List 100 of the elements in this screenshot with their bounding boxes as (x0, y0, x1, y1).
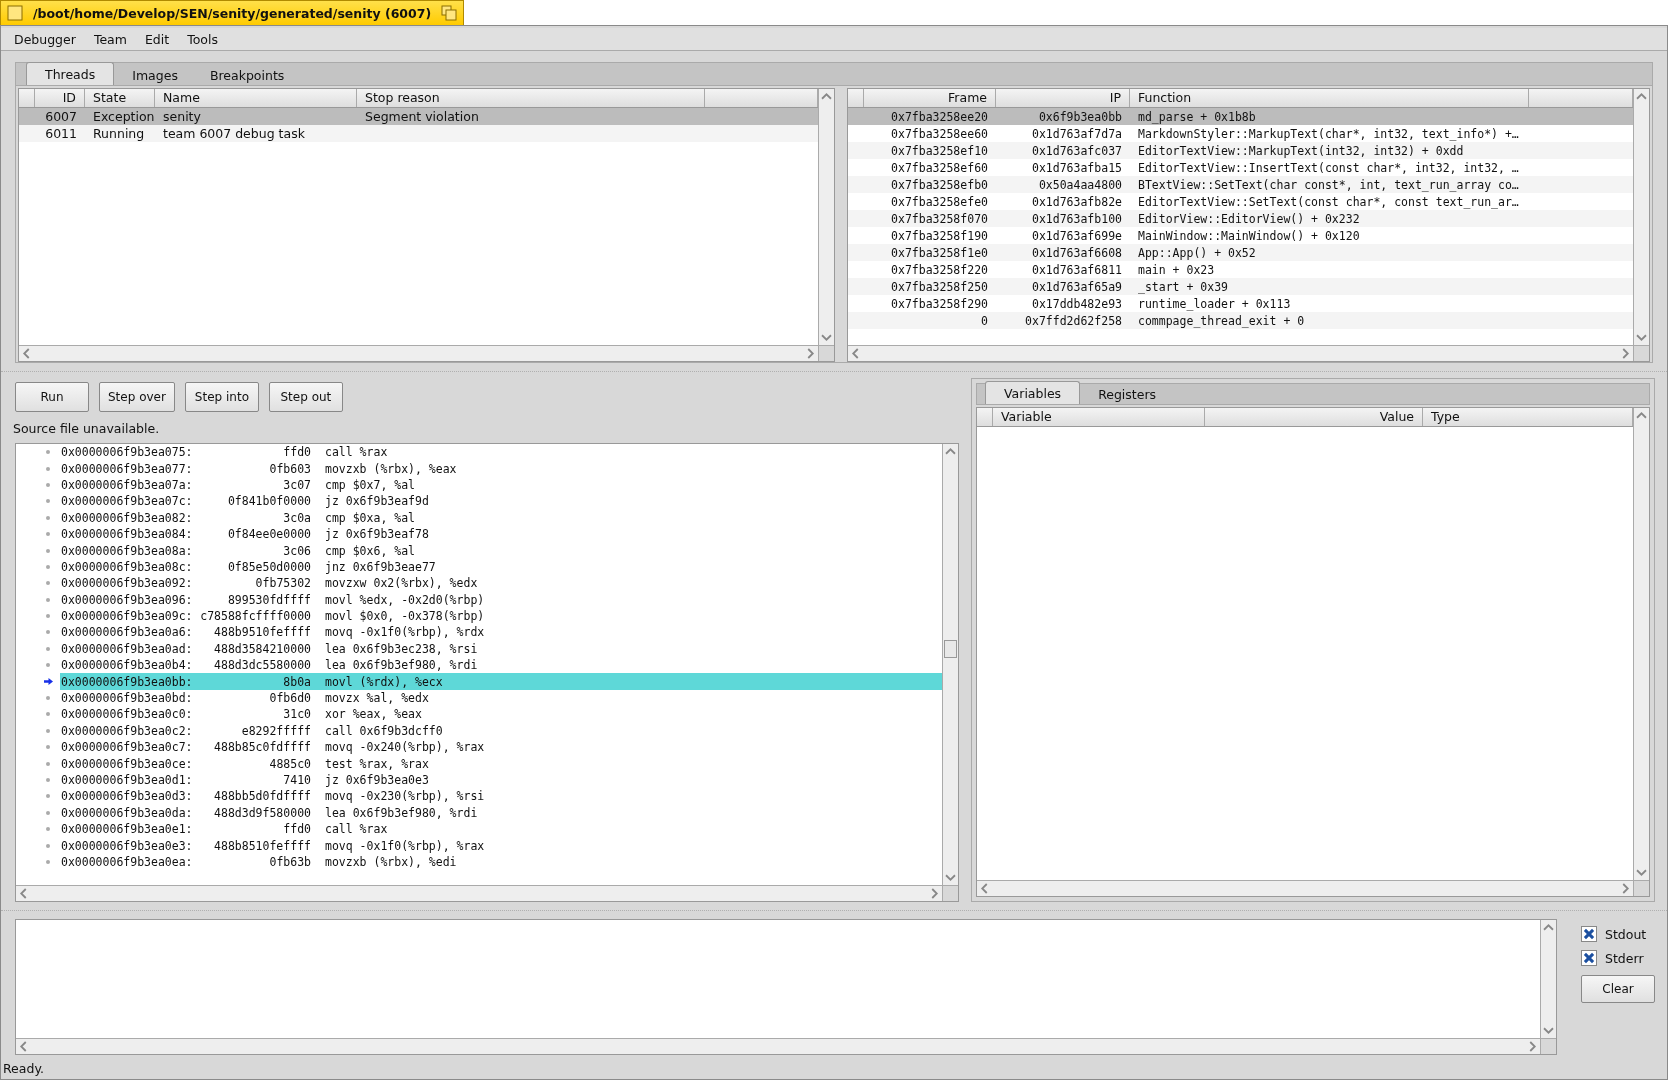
source-message: Source file unavailable. (13, 421, 161, 436)
code-line: 0x0000006f9b3ea0ea: 0fb63b movzxb (%rbx), %edi (60, 853, 458, 871)
table-cell-text: 0x1d763af6608 (1031, 245, 1123, 260)
status-text: Ready. (3, 1061, 45, 1076)
vertical-scrollbar[interactable] (1633, 89, 1649, 345)
toolbar-button[interactable]: Step out (268, 382, 343, 412)
table-cell-text: 0x7fba3258f250 (890, 279, 989, 294)
clear-button[interactable]: Clear (1581, 975, 1655, 1003)
code-line: 0x0000006f9b3ea07c: 0f841b0f0000 jz 0x6f9b3eaf9d (60, 493, 430, 510)
column-header[interactable]: Stop reason (357, 89, 705, 107)
column-header[interactable]: Variable (993, 408, 1205, 426)
table-cell-text: 0x1d763af699e (1031, 228, 1123, 243)
horizontal-scrollbar[interactable] (848, 345, 1633, 361)
code-line: 0x0000006f9b3ea082: 3c0a cmp $0xa, %al (60, 509, 416, 526)
scroll-thumb[interactable] (944, 639, 957, 658)
code-line: 0x0000006f9b3ea084: 0f84ee0e0000 jz 0x6f9b3eaf78 (60, 526, 430, 543)
code-line: 0x0000006f9b3ea092: 0fb75302 movzxw 0x2(%rbx), %edx (60, 575, 479, 592)
table-cell-text: 0x7fba3258ee20 (890, 109, 989, 124)
table-cell-text: 0x7ffd2d62f258 (1024, 313, 1123, 328)
table-cell-text: 0x1d763af7d7a (1031, 126, 1123, 141)
checkbox[interactable] (1581, 950, 1597, 966)
table-cell-text: MainWindow::MainWindow() + 0x120 (1137, 228, 1361, 243)
code-line: 0x0000006f9b3ea075: ffd0 call %rax (60, 444, 389, 461)
column-header[interactable]: State (85, 89, 155, 107)
table-cell-text: EditorTextView::SetText(const char*, const text_run_ar… (1137, 194, 1520, 209)
scrollbar-corner (942, 885, 958, 901)
table-cell-text: 0x1d763afb100 (1031, 211, 1123, 226)
table-cell-text: 0x6f9b3ea0bb (1037, 109, 1123, 124)
stack-frame-row[interactable]: 0x7fba3258ee20 0x6f9b3ea0bb md_parse + 0x1b8b (848, 108, 1633, 125)
horizontal-scrollbar[interactable] (16, 1038, 1540, 1054)
table-cell-text: Segment violation (364, 109, 480, 124)
horizontal-scrollbar[interactable] (977, 880, 1633, 896)
tab[interactable]: Variables (985, 381, 1081, 404)
menu-item[interactable]: Debugger (5, 29, 85, 49)
code-line: 0x0000006f9b3ea0e1: ffd0 call %rax (60, 821, 389, 838)
table-cell-text: 0 (980, 313, 989, 328)
table-cell-text: 6007 (44, 109, 78, 124)
horizontal-scrollbar[interactable] (19, 345, 818, 361)
toolbar-button[interactable]: Step into (184, 382, 259, 412)
code-line: 0x0000006f9b3ea08c: 0f85e50d0000 jnz 0x6f9b3eae77 (60, 558, 437, 576)
code-line: 0x0000006f9b3ea0a6: 488b9510feffff movq -0x1f0(%rbp), %rdx (60, 624, 486, 641)
stack-frame-row[interactable]: 0x7fba3258f250 0x1d763af65a9 _start + 0x39 (848, 278, 1633, 295)
code-line: 0x0000006f9b3ea0d1: 7410 jz 0x6f9b3ea0e3 (60, 772, 430, 789)
table-cell-text: commpage_thread_exit + 0 (1137, 313, 1306, 328)
thread-row[interactable]: 6007 Exception senity Segment violation (19, 108, 818, 125)
code-line: 0x0000006f9b3ea0ce: 4885c0 test %rax, %rax (60, 755, 430, 772)
column-header[interactable]: Function (1130, 89, 1529, 107)
checkbox-label: Stderr (1605, 950, 1644, 966)
menu-item[interactable]: Tools (178, 29, 227, 49)
zoom-icon[interactable] (441, 5, 458, 21)
code-line: 0x0000006f9b3ea0c0: 31c0 xor %eax, %eax (60, 706, 423, 723)
table-cell-text: EditorTextView::InsertText(const char*, int32, int32, … (1137, 160, 1520, 175)
menu-item[interactable]: Edit (135, 29, 179, 49)
stack-frame-row[interactable]: 0x7fba3258f070 0x1d763afb100 EditorView::EditorView() + 0x232 (848, 210, 1633, 227)
table-cell-text: 0x50a4aa4800 (1037, 177, 1123, 192)
table-cell-text: 0x1d763afb82e (1031, 194, 1123, 209)
stack-frame-row[interactable]: 0x7fba3258efb0 0x50a4aa4800 BTextView::SetText(char const*, int, text_run_array co… (848, 176, 1633, 193)
table-cell-text: 0x7fba3258f070 (890, 211, 989, 226)
code-line: 0x0000006f9b3ea07a: 3c07 cmp $0x7, %al (60, 476, 416, 494)
tab[interactable]: Registers (1084, 384, 1171, 404)
table-cell-text: 0x7fba3258ee60 (890, 126, 989, 141)
stack-frame-row[interactable]: 0 0x7ffd2d62f258 commpage_thread_exit + 0 (848, 312, 1633, 329)
table-cell-text: senity (162, 109, 202, 124)
close-icon[interactable] (7, 5, 23, 21)
table-cell-text: EditorTextView::MarkupText(int32, int32) + 0xdd (1137, 143, 1465, 158)
vertical-scrollbar[interactable] (1540, 920, 1556, 1038)
horizontal-scrollbar[interactable] (16, 885, 942, 901)
table-cell-text: team 6007 debug task (162, 126, 306, 141)
menu-item[interactable]: Team (84, 29, 136, 49)
toolbar-button[interactable]: Run (15, 382, 89, 412)
thread-row[interactable]: 6011 Running team 6007 debug task (19, 125, 818, 142)
column-header[interactable]: ID (35, 89, 85, 107)
table-cell-text: MarkdownStyler::MarkupText(char*, int32, text_info*) +… (1137, 126, 1520, 141)
stack-frame-row[interactable]: 0x7fba3258f1e0 0x1d763af6608 App::App() + 0x52 (848, 244, 1633, 261)
table-cell-text: Running (92, 126, 146, 141)
table-cell-text: 6011 (44, 126, 78, 141)
checkbox-label: Stdout (1605, 926, 1647, 942)
table-cell-text: BTextView::SetText(char const*, int, text_run_array co… (1137, 177, 1520, 192)
column-header[interactable]: Value (1205, 408, 1423, 426)
table-cell-text: Exception (92, 109, 155, 124)
toolbar-button[interactable]: Step over (99, 382, 175, 412)
table-cell-text: main + 0x23 (1137, 262, 1216, 277)
column-header[interactable]: Name (155, 89, 357, 107)
vertical-scrollbar[interactable] (1633, 408, 1649, 880)
table-cell-text: 0x7fba3258efe0 (890, 194, 989, 209)
table-cell-text: App::App() + 0x52 (1137, 245, 1257, 260)
table-cell-text: 0x7fba3258f220 (890, 262, 989, 277)
vertical-scrollbar[interactable] (942, 444, 958, 885)
checkbox[interactable] (1581, 926, 1597, 942)
window-title: /boot/home/Develop/SEN/senity/generated/senity (6007) (33, 5, 432, 21)
vertical-scrollbar[interactable] (818, 89, 834, 345)
code-line: 0x0000006f9b3ea0d3: 488bb5d0fdffff movq -0x230(%rbp), %rsi (60, 788, 486, 805)
tab[interactable]: Breakpoints (195, 65, 299, 85)
column-header[interactable]: IP (996, 89, 1130, 107)
table-cell-text: 0x17ddb482e93 (1031, 296, 1123, 311)
stack-frame-row[interactable]: 0x7fba3258ef10 0x1d763afc037 EditorTextView::MarkupText(int32, int32) + 0xdd (848, 142, 1633, 159)
tab[interactable]: Threads (26, 62, 115, 85)
table-cell-text: 0x7fba3258ef10 (890, 143, 989, 158)
column-header[interactable]: Frame (864, 89, 996, 107)
tab[interactable]: Images (118, 65, 192, 85)
